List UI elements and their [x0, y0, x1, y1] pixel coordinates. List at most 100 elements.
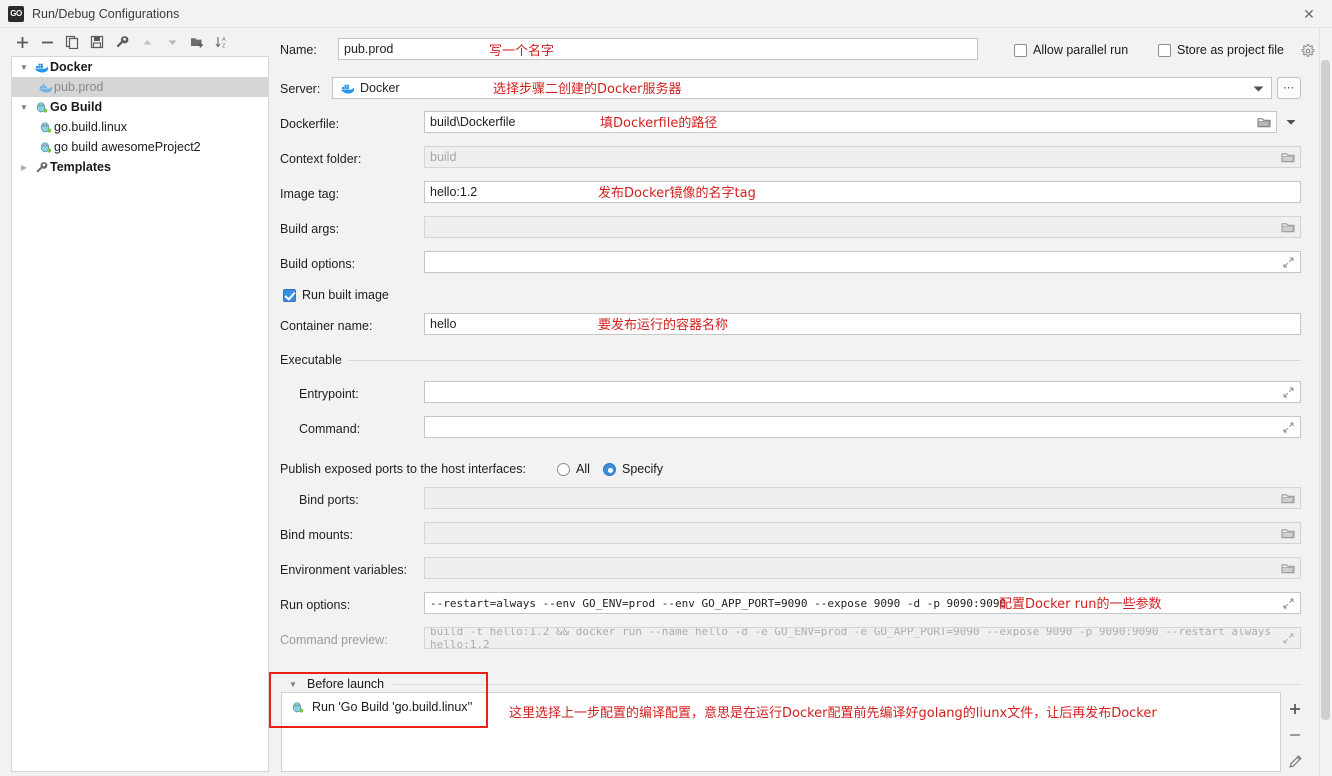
go-gopher-icon: [36, 121, 54, 134]
name-label: Name:: [280, 43, 317, 57]
context-folder-input[interactable]: build: [424, 146, 1301, 168]
run-built-image-checkbox[interactable]: Run built image: [283, 288, 389, 302]
build-options-input[interactable]: [424, 251, 1301, 273]
bind-mounts-input[interactable]: [424, 522, 1301, 544]
chevron-down-icon[interactable]: ▼: [285, 680, 301, 689]
folder-icon[interactable]: [1278, 147, 1298, 167]
tree-item-label: go.build.linux: [54, 120, 127, 134]
bind-mounts-label: Bind mounts:: [280, 528, 353, 542]
folder-icon[interactable]: [1278, 523, 1298, 543]
remove-configuration-button[interactable]: [36, 31, 58, 53]
command-preview-label: Command preview:: [280, 633, 388, 647]
allow-parallel-run-label: Allow parallel run: [1033, 43, 1129, 57]
add-before-launch-task-button[interactable]: [1284, 696, 1306, 722]
group-divider: [348, 359, 1301, 361]
build-args-label: Build args:: [280, 222, 340, 236]
add-configuration-button[interactable]: [11, 31, 33, 53]
annotation-image-tag: 发布Docker镜像的名字tag: [598, 186, 756, 201]
entrypoint-input[interactable]: [424, 381, 1301, 403]
copy-configuration-button[interactable]: [61, 31, 83, 53]
container-name-input[interactable]: hello: [424, 313, 1301, 335]
context-folder-label: Context folder:: [280, 152, 362, 166]
close-icon[interactable]: ✕: [1286, 0, 1332, 28]
expand-icon[interactable]: [1278, 593, 1298, 613]
executable-group-label: Executable: [280, 353, 342, 367]
folder-icon[interactable]: [1278, 558, 1298, 578]
expand-icon[interactable]: [1278, 382, 1298, 402]
vertical-scrollbar-track[interactable]: [1319, 28, 1332, 776]
expand-icon[interactable]: [1278, 417, 1298, 437]
annotation-before-launch: 这里选择上一步配置的编译配置，意思是在运行Docker配置前先编译好golang…: [509, 706, 1157, 721]
chevron-down-icon[interactable]: ▼: [16, 63, 32, 72]
command-input[interactable]: [424, 416, 1301, 438]
tree-item-pub-prod[interactable]: pub.prod: [12, 77, 268, 97]
svg-text:A: A: [222, 37, 226, 43]
configurations-panel: AZ ▼ Docker pub.prod ▼ Go Build go.build…: [0, 28, 279, 776]
before-launch-divider: [393, 684, 1301, 685]
before-launch-label: Before launch: [307, 677, 385, 691]
run-built-image-label: Run built image: [302, 288, 389, 302]
docker-icon: [32, 61, 50, 73]
gear-icon[interactable]: [1298, 41, 1318, 61]
pencil-icon[interactable]: [1284, 748, 1306, 774]
build-args-input[interactable]: [424, 216, 1301, 238]
tree-item-templates[interactable]: ▶ Templates: [12, 157, 268, 177]
chevron-right-icon[interactable]: ▶: [16, 163, 32, 172]
radio-circle[interactable]: [557, 462, 570, 476]
folder-icon[interactable]: [1254, 112, 1274, 132]
server-browse-button[interactable]: ⋯: [1277, 77, 1301, 99]
dockerfile-input[interactable]: build\Dockerfile: [424, 111, 1277, 133]
docker-icon: [338, 82, 356, 94]
allow-parallel-run-checkbox[interactable]: Allow parallel run: [1014, 43, 1128, 57]
save-configuration-button[interactable]: [86, 31, 108, 53]
before-launch-header[interactable]: ▼ Before launch: [285, 677, 384, 691]
expand-icon[interactable]: [1278, 252, 1298, 272]
checkbox-box[interactable]: [1158, 43, 1171, 57]
remove-before-launch-task-button[interactable]: [1284, 722, 1306, 748]
name-input[interactable]: pub.prod: [338, 38, 978, 60]
tree-item-go-build-awesomeproject2[interactable]: go build awesomeProject2: [12, 137, 268, 157]
store-as-project-file-checkbox[interactable]: Store as project file: [1158, 43, 1284, 57]
folder-add-icon[interactable]: [186, 31, 208, 53]
annotation-run-options: 配置Docker run的一些参数: [999, 597, 1162, 612]
annotation-dockerfile: 填Dockerfile的路径: [600, 116, 718, 131]
tree-item-label: Go Build: [50, 100, 103, 114]
server-combobox[interactable]: Docker: [332, 77, 1272, 99]
checkbox-box[interactable]: [1014, 43, 1027, 57]
context-folder-placeholder: build: [430, 150, 457, 164]
command-preview-output: build -t hello:1.2 && docker run --name …: [424, 627, 1301, 649]
chevron-down-icon[interactable]: [1248, 79, 1268, 99]
publish-ports-radio-all[interactable]: All: [557, 462, 590, 476]
tree-item-go-build[interactable]: ▼ Go Build: [12, 97, 268, 117]
dockerfile-label: Dockerfile:: [280, 117, 340, 131]
chevron-down-icon[interactable]: [1281, 112, 1301, 132]
expand-icon[interactable]: [1278, 628, 1298, 648]
tree-item-go-build-linux[interactable]: go.build.linux: [12, 117, 268, 137]
radio-circle[interactable]: [603, 462, 616, 476]
sort-az-icon[interactable]: AZ: [211, 31, 233, 53]
publish-ports-specify-label: Specify: [622, 462, 663, 476]
annotation-container-name: 要发布运行的容器名称: [598, 318, 729, 333]
tree-item-docker[interactable]: ▼ Docker: [12, 57, 268, 77]
vertical-scrollbar-thumb[interactable]: [1321, 60, 1330, 720]
wrench-icon[interactable]: [111, 31, 133, 53]
run-options-input[interactable]: --restart=always --env GO_ENV=prod --env…: [424, 592, 1301, 614]
server-label: Server:: [280, 82, 321, 96]
folder-icon[interactable]: [1278, 217, 1298, 237]
bind-ports-label: Bind ports:: [299, 493, 359, 507]
publish-ports-label: Publish exposed ports to the host interf…: [280, 462, 526, 476]
svg-text:Z: Z: [222, 44, 226, 50]
before-launch-task-label: Run 'Go Build 'go.build.linux'': [312, 700, 473, 714]
container-name-label: Container name:: [280, 319, 373, 333]
chevron-down-icon[interactable]: ▼: [16, 103, 32, 112]
folder-icon[interactable]: [1278, 488, 1298, 508]
checkbox-box[interactable]: [283, 288, 296, 302]
bind-ports-input[interactable]: [424, 487, 1301, 509]
publish-ports-radio-specify[interactable]: Specify: [603, 462, 663, 476]
publish-ports-all-label: All: [576, 462, 590, 476]
configurations-tree[interactable]: ▼ Docker pub.prod ▼ Go Build go.build.li…: [11, 56, 269, 772]
environment-variables-input[interactable]: [424, 557, 1301, 579]
annotation-server: 选择步骤二创建的Docker服务器: [493, 82, 682, 97]
run-debug-configurations-dialog: GO Run/Debug Configurations ✕ A Z ▼ Dock…: [0, 0, 1332, 776]
image-tag-input[interactable]: hello:1.2: [424, 181, 1301, 203]
